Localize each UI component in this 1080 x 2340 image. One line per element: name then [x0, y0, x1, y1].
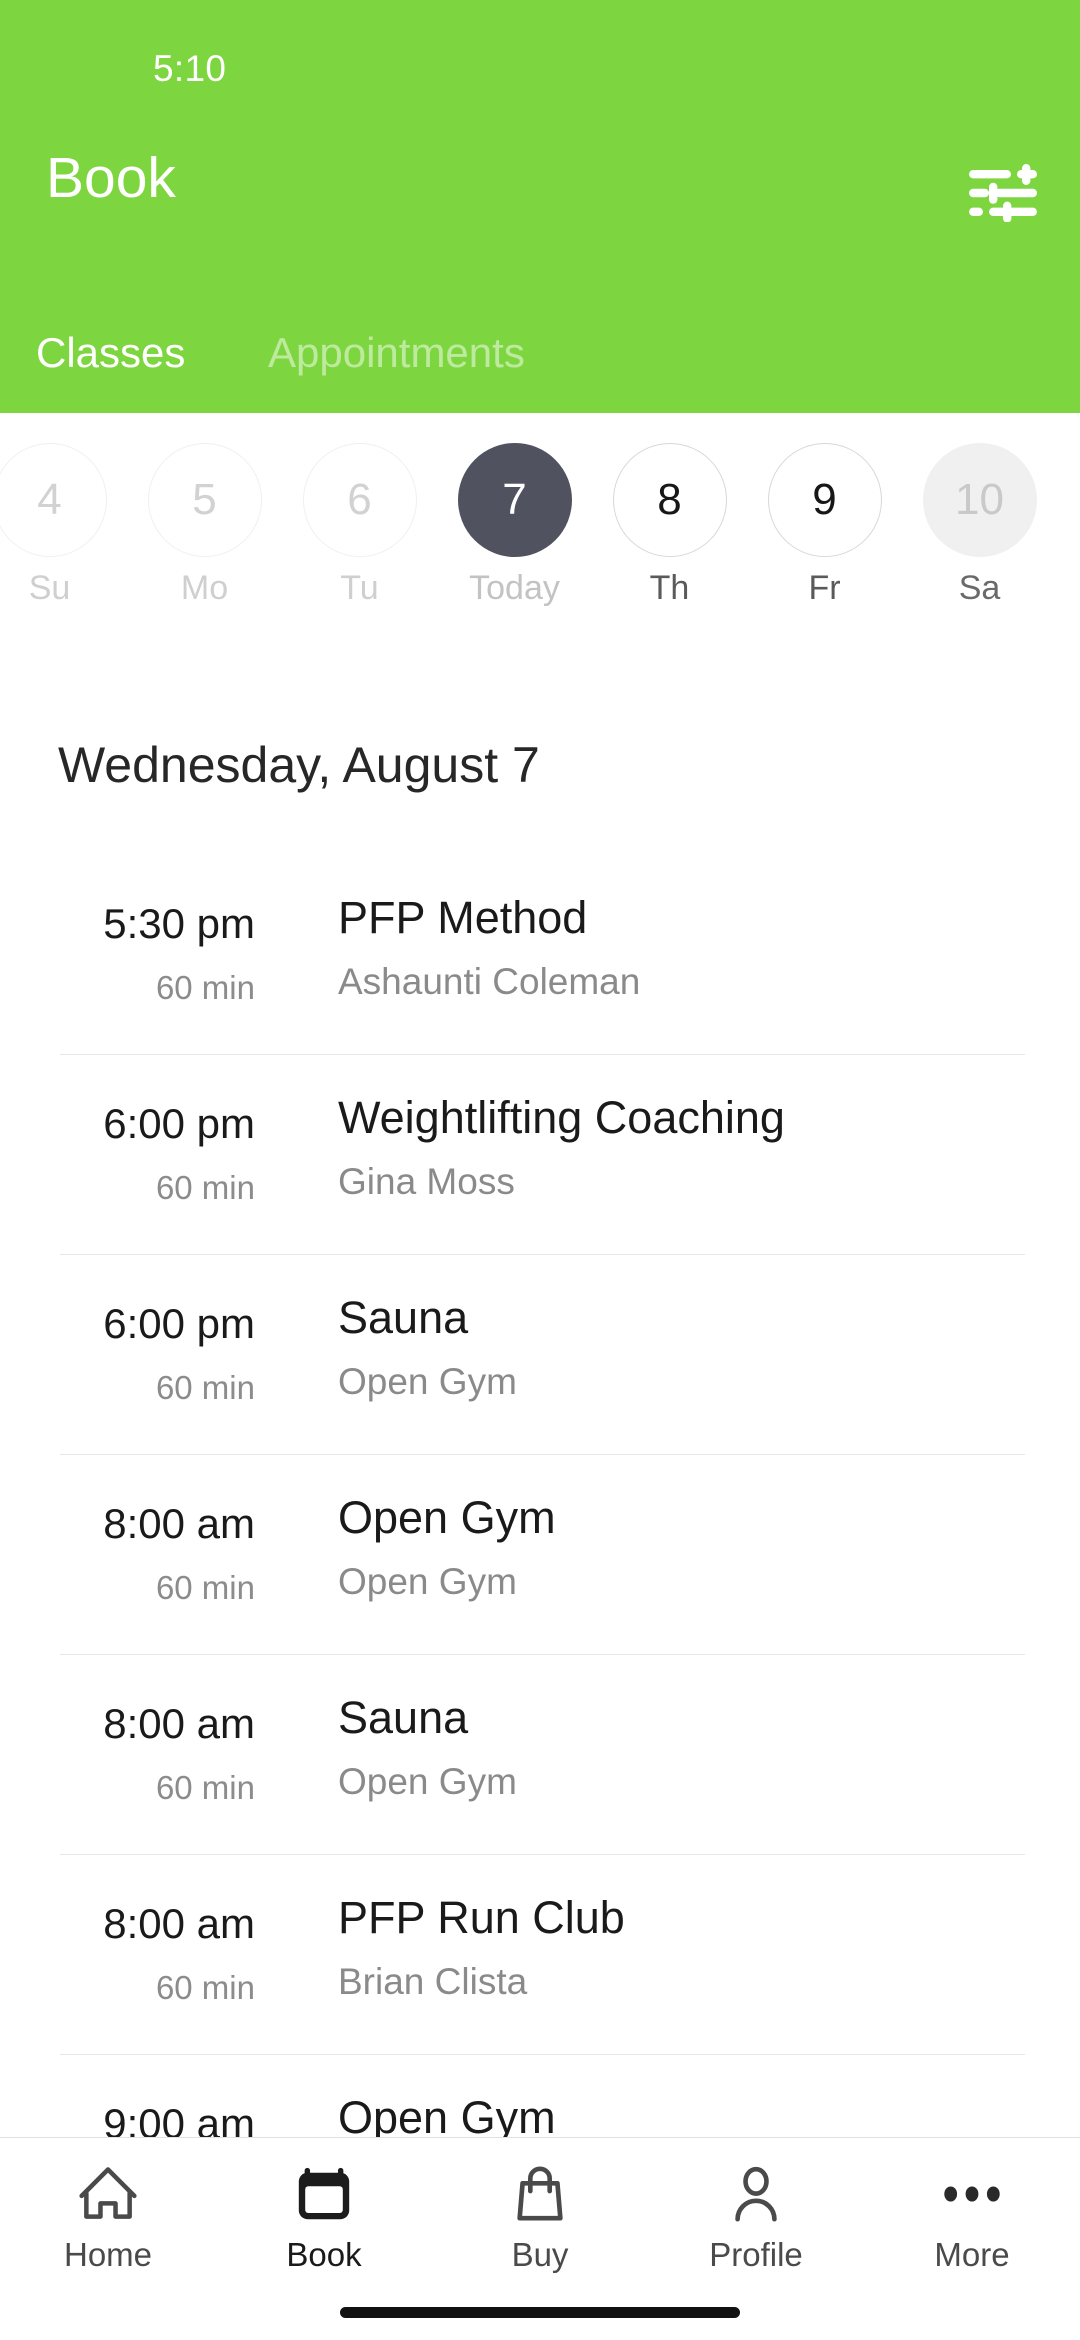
class-time: 8:00 am: [103, 1500, 255, 1547]
home-indicator: [340, 2307, 740, 2318]
nav-label-profile: Profile: [709, 2236, 803, 2273]
class-duration: 60 min: [155, 969, 255, 1006]
date-weekday-4: Su: [28, 569, 71, 607]
date-weekday-7: Today: [469, 569, 560, 607]
date-weekday-6: Tu: [340, 569, 379, 607]
date-cell-10[interactable]: 10 Sa: [902, 443, 1057, 643]
header-tabs: Classes Appointments: [0, 320, 1080, 390]
class-instructor: Brian Clista: [338, 1961, 528, 2002]
date-weekday-10: Sa: [958, 569, 1001, 607]
calendar-icon: [216, 2160, 432, 2228]
status-bar-clock: 5:10: [153, 48, 227, 89]
class-instructor: Gina Moss: [338, 1161, 515, 1202]
date-number-8: 8: [612, 443, 727, 557]
date-number-6: 6: [302, 443, 417, 557]
table-row[interactable]: 9:00 am Open Gym: [0, 2055, 1080, 2137]
class-title: PFP Method: [338, 892, 588, 943]
class-title: PFP Run Club: [338, 1892, 625, 1943]
table-row[interactable]: 5:30 pm 60 min PFP Method Ashaunti Colem…: [0, 855, 1080, 1055]
class-schedule-list[interactable]: 5:30 pm 60 min PFP Method Ashaunti Colem…: [0, 855, 1080, 2137]
tab-classes[interactable]: Classes: [36, 332, 185, 374]
nav-item-more[interactable]: More: [864, 2160, 1080, 2290]
class-instructor: Open Gym: [338, 1761, 517, 1802]
class-title: Open Gym: [338, 1492, 556, 1543]
date-number-9: 9: [767, 443, 882, 557]
date-number-4: 4: [0, 443, 107, 557]
class-duration: 60 min: [155, 1169, 255, 1206]
schedule-date-heading: Wednesday, August 7: [58, 737, 540, 793]
class-duration: 60 min: [155, 1569, 255, 1606]
table-row[interactable]: 8:00 am 60 min Sauna Open Gym: [0, 1655, 1080, 1855]
date-number-7: 7: [457, 443, 572, 557]
date-cell-5[interactable]: 5 Mo: [127, 443, 282, 643]
nav-item-book[interactable]: Book: [216, 2160, 432, 2290]
class-duration: 60 min: [155, 1369, 255, 1406]
date-weekday-9: Fr: [808, 569, 841, 607]
sliders-filter-icon: [969, 164, 1037, 222]
class-time: 8:00 am: [103, 1900, 255, 1947]
status-bar: 5:10: [0, 0, 1080, 110]
bag-icon: [432, 2160, 648, 2228]
nav-label-buy: Buy: [511, 2236, 569, 2273]
class-time: 6:00 pm: [103, 1300, 255, 1347]
nav-label-more: More: [934, 2236, 1010, 2273]
table-row[interactable]: 8:00 am 60 min PFP Run Club Brian Clista: [0, 1855, 1080, 2055]
class-title: Sauna: [338, 1292, 469, 1343]
class-title: Sauna: [338, 1692, 469, 1743]
class-time: 6:00 pm: [103, 1100, 255, 1147]
class-title: Weightlifting Coaching: [338, 1092, 785, 1143]
class-time: 5:30 pm: [103, 900, 255, 947]
ellipsis-icon: [864, 2160, 1080, 2228]
app-header: 5:10 Book Classes Appointments: [0, 0, 1080, 413]
class-time: 9:00 am: [103, 2100, 255, 2138]
class-title: Open Gym: [338, 2092, 556, 2137]
date-number-5: 5: [147, 443, 262, 557]
nav-label-book: Book: [286, 2236, 362, 2273]
table-row[interactable]: 6:00 pm 60 min Weightlifting Coaching Gi…: [0, 1055, 1080, 1255]
date-selector-strip[interactable]: 4 Su 5 Mo 6 Tu 7 Today 8 Th 9 Fr 10 Sa: [0, 413, 1080, 683]
tab-appointments[interactable]: Appointments: [268, 332, 525, 374]
class-duration: 60 min: [155, 1969, 255, 2006]
nav-item-profile[interactable]: Profile: [648, 2160, 864, 2290]
person-icon: [648, 2160, 864, 2228]
nav-item-buy[interactable]: Buy: [432, 2160, 648, 2290]
page-title: Book: [46, 146, 176, 210]
date-cell-7-selected[interactable]: 7 Today: [437, 443, 592, 643]
table-row[interactable]: 8:00 am 60 min Open Gym Open Gym: [0, 1455, 1080, 1655]
class-time: 8:00 am: [103, 1700, 255, 1747]
class-instructor: Ashaunti Coleman: [338, 961, 641, 1002]
bottom-navigation-bar: Home Book Buy Profile More: [0, 2137, 1080, 2340]
app-root: 5:10 Book Classes Appointments 4 Su 5 Mo…: [0, 0, 1080, 2340]
date-weekday-8: Th: [649, 569, 690, 607]
date-weekday-5: Mo: [180, 569, 229, 607]
table-row[interactable]: 6:00 pm 60 min Sauna Open Gym: [0, 1255, 1080, 1455]
date-cell-6[interactable]: 6 Tu: [282, 443, 437, 643]
filter-button[interactable]: [969, 164, 1037, 222]
date-cell-9[interactable]: 9 Fr: [747, 443, 902, 643]
class-duration: 60 min: [155, 1769, 255, 1806]
date-cell-8[interactable]: 8 Th: [592, 443, 747, 643]
class-instructor: Open Gym: [338, 1361, 517, 1402]
date-number-10: 10: [922, 443, 1037, 557]
home-icon: [0, 2160, 216, 2228]
date-cell-4[interactable]: 4 Su: [0, 443, 127, 643]
nav-item-home[interactable]: Home: [0, 2160, 216, 2290]
class-instructor: Open Gym: [338, 1561, 517, 1602]
nav-label-home: Home: [63, 2236, 153, 2273]
